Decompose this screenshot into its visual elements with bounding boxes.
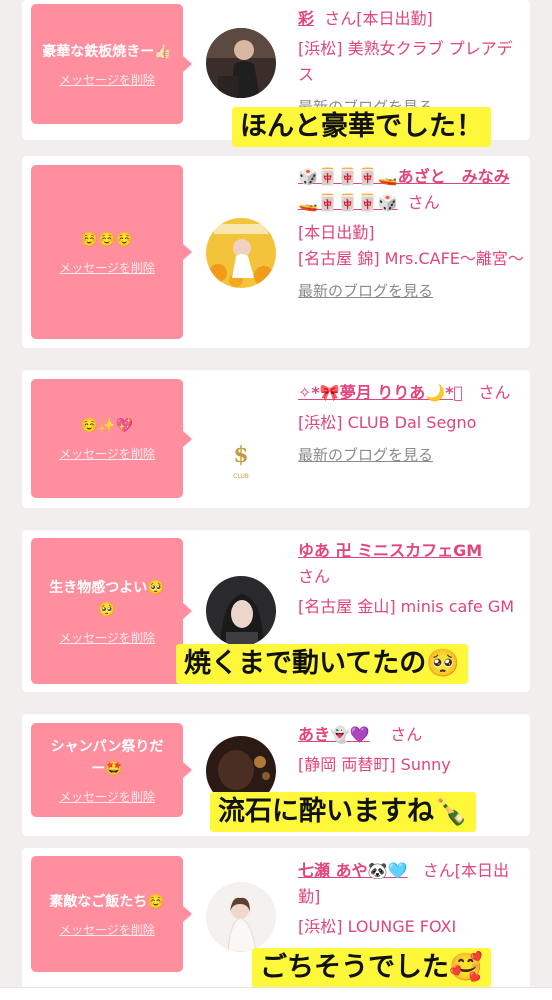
message-card: ☺️✨💖 メッセージを削除 $ CLUB ✧*🎀夢月 りりあ🌙*ﾟ さん [浜松… <box>22 370 530 508</box>
cast-info: 🎲🀄🀄🀄🚤あざと みなみ🚤🀄🀄🀄🎲 さん [本日出勤] [名古屋 錦] Mrs.… <box>298 164 524 304</box>
delete-message-link[interactable]: メッセージを削除 <box>59 788 155 805</box>
message-card: シャンパン祭りだー🤩 メッセージを削除 あき👻💜 さん [静岡 両替町] Sun… <box>22 714 530 836</box>
cast-info: あき👻💜 さん [静岡 両替町] Sunny <box>298 722 524 778</box>
cast-info: ✧*🎀夢月 りりあ🌙*ﾟ さん [浜松] CLUB Dal Segno 最新のブ… <box>298 380 524 468</box>
message-text: 素敵なご飯たち☺️ <box>49 893 165 910</box>
shop-name: [静岡 両替町] Sunny <box>298 755 451 774</box>
delete-message-link[interactable]: メッセージを削除 <box>59 259 155 276</box>
message-bubble: 生き物感つよい🥺🥺 メッセージを削除 <box>31 538 192 684</box>
cast-name-link[interactable]: ゆあ 卍 ミニスカフェGM <box>298 541 482 560</box>
cast-name-link[interactable]: 七瀬 あや🐼🩵 <box>298 861 407 880</box>
status-badge: [本日出勤] <box>356 9 433 28</box>
cast-name-link[interactable]: 彩 <box>298 9 314 28</box>
status-badge: [本日出勤] <box>298 223 375 242</box>
shop-name: [浜松] LOUNGE FOXI <box>298 917 457 936</box>
avatar[interactable] <box>206 882 276 952</box>
honorific: さん <box>422 861 455 880</box>
cast-name-link[interactable]: あき👻💜 <box>298 725 370 744</box>
svg-text:$: $ <box>233 442 248 468</box>
honorific: さん <box>324 9 357 28</box>
message-text: 豪華な鉄板焼きー👍🏻 <box>42 43 172 60</box>
honorific: さん <box>390 725 423 744</box>
message-text: ☺️✨💖 <box>80 418 134 434</box>
cast-name-link[interactable]: ✧*🎀夢月 りりあ🌙*ﾟ <box>298 383 463 402</box>
cast-info: 彩 さん[本日出勤] [浜松] 美熟女クラブ プレアデス 最新のブログを見る <box>298 6 524 120</box>
svg-text:CLUB: CLUB <box>233 473 249 480</box>
message-bubble: ☺️☺️☺️ メッセージを削除 <box>31 165 192 339</box>
shop-logo[interactable]: $ CLUB <box>206 422 276 492</box>
latest-blog-link[interactable]: 最新のブログを見る <box>298 442 433 468</box>
avatar[interactable] <box>206 576 276 646</box>
overlay-caption: 焼くまで動いてたの🥺 <box>176 644 468 684</box>
message-bubble: ☺️✨💖 メッセージを削除 <box>31 379 192 498</box>
cast-name-link[interactable]: 🎲🀄🀄🀄🚤あざと みなみ🚤🀄🀄🀄🎲 <box>298 167 510 212</box>
message-text: ☺️☺️☺️ <box>80 231 134 248</box>
cast-info: 七瀬 あや🐼🩵 さん[本日出勤] [浜松] LOUNGE FOXI <box>298 858 524 940</box>
overlay-caption: ほんと豪華でした！ <box>232 107 491 147</box>
shop-name: [名古屋 錦] Mrs.CAFE〜離宮〜 <box>298 249 524 268</box>
overlay-caption: ごちそうでした🥰 <box>252 948 491 988</box>
delete-message-link[interactable]: メッセージを削除 <box>59 445 155 462</box>
message-card: 素敵なご飯たち☺️ メッセージを削除 七瀬 あや🐼🩵 さん[本日出勤] [浜松]… <box>22 848 530 1000</box>
delete-message-link[interactable]: メッセージを削除 <box>59 921 155 938</box>
message-bubble: シャンパン祭りだー🤩 メッセージを削除 <box>31 723 192 817</box>
delete-message-link[interactable]: メッセージを削除 <box>59 71 155 88</box>
honorific: さん <box>298 567 331 586</box>
shop-name: [浜松] 美熟女クラブ プレアデス <box>298 39 513 84</box>
honorific: さん <box>478 383 511 402</box>
message-text: 生き物感つよい🥺🥺 <box>49 579 165 618</box>
message-bubble: 素敵なご飯たち☺️ メッセージを削除 <box>31 856 192 972</box>
shop-name: [浜松] CLUB Dal Segno <box>298 413 477 432</box>
bottom-bar <box>0 987 552 1000</box>
message-bubble: 豪華な鉄板焼きー👍🏻 メッセージを削除 <box>31 4 192 124</box>
overlay-caption: 流石に酔いますね🍾 <box>210 792 476 832</box>
honorific: さん <box>407 193 440 212</box>
message-text: シャンパン祭りだー🤩 <box>50 738 164 777</box>
avatar[interactable] <box>206 218 276 288</box>
cast-info: ゆあ 卍 ミニスカフェGM さん [名古屋 金山] minis cafe GM <box>298 538 524 620</box>
message-card: 生き物感つよい🥺🥺 メッセージを削除 ゆあ 卍 ミニスカフェGM さん [名古屋… <box>22 530 530 692</box>
message-card: ☺️☺️☺️ メッセージを削除 🎲🀄🀄🀄🚤あざと みなみ🚤🀄🀄🀄🎲 さん [本日… <box>22 156 530 348</box>
message-card: 豪華な鉄板焼きー👍🏻 メッセージを削除 彩 さん[本日出勤] [浜松] 美熟女ク… <box>22 0 530 147</box>
delete-message-link[interactable]: メッセージを削除 <box>59 629 155 646</box>
shop-name: [名古屋 金山] minis cafe GM <box>298 597 515 616</box>
avatar[interactable] <box>206 28 276 98</box>
latest-blog-link[interactable]: 最新のブログを見る <box>298 278 433 304</box>
